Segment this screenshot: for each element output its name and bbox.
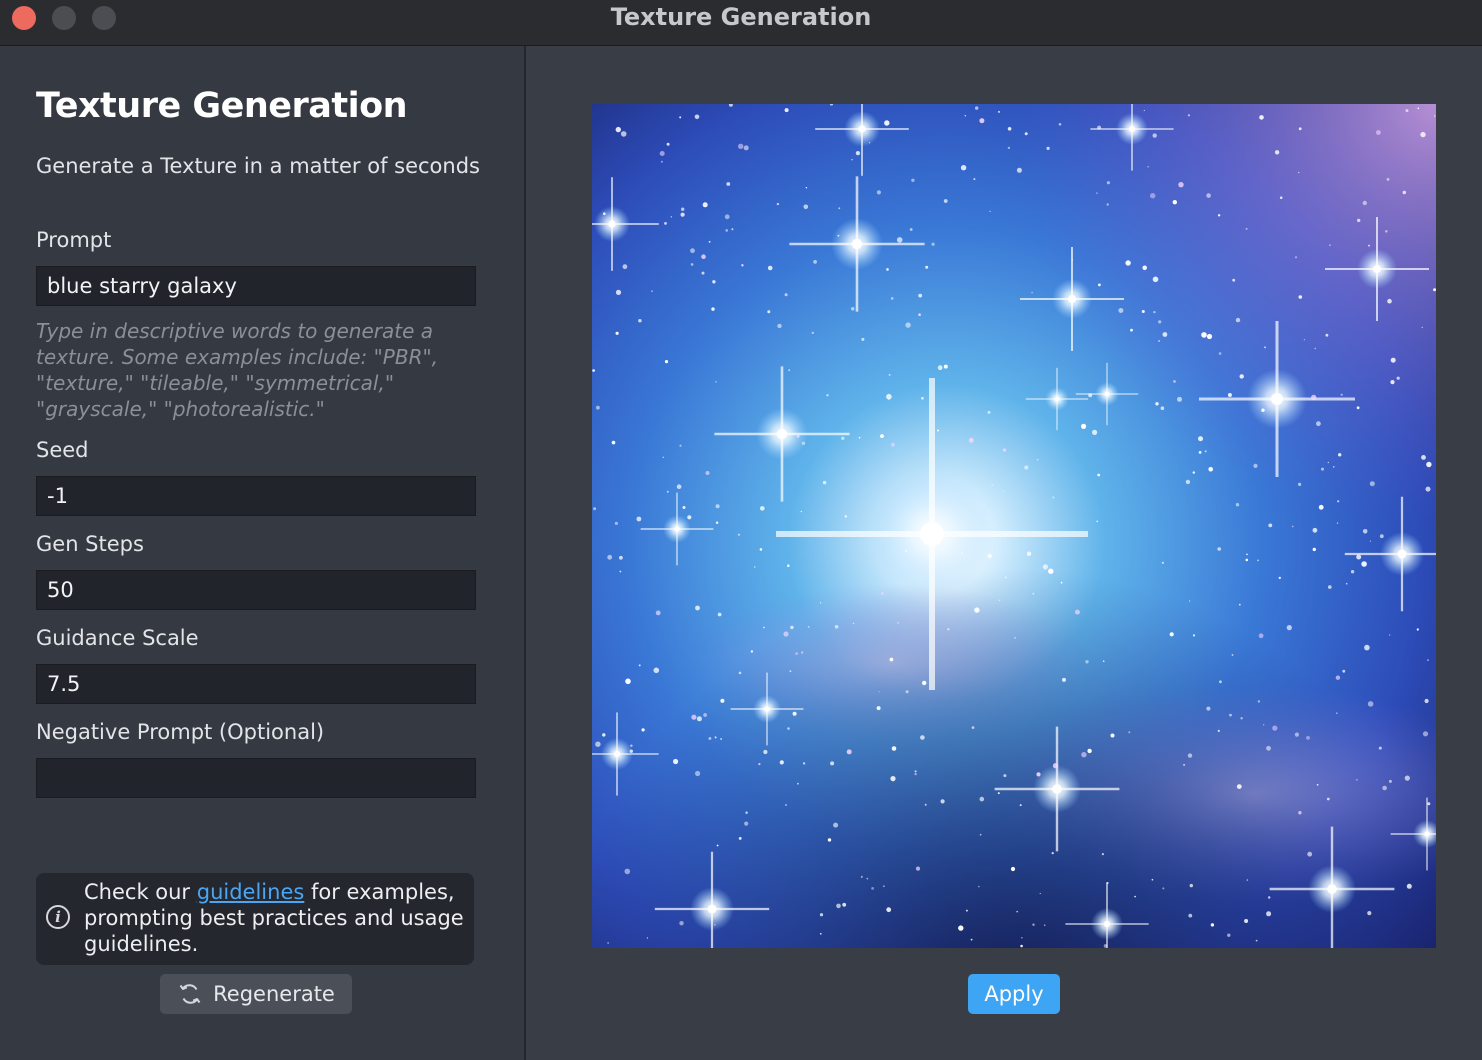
gen-steps-label: Gen Steps <box>36 532 144 556</box>
prompt-hint: Type in descriptive words to generate a … <box>36 319 439 421</box>
title-bar: Texture Generation <box>0 0 1482 46</box>
regenerate-label: Regenerate <box>213 982 335 1006</box>
galaxy-texture-graphic <box>592 104 1436 948</box>
info-icon: i <box>46 905 70 929</box>
page-title: Texture Generation <box>36 86 408 126</box>
settings-panel: Texture Generation Generate a Texture in… <box>0 46 526 1060</box>
refresh-icon <box>179 984 201 1004</box>
guidelines-notice: i Check our guidelines for examples, pro… <box>36 873 474 965</box>
regenerate-button[interactable]: Regenerate <box>160 974 352 1014</box>
negative-prompt-label: Negative Prompt (Optional) <box>36 720 325 744</box>
guidance-scale-label: Guidance Scale <box>36 626 199 650</box>
seed-label: Seed <box>36 438 89 462</box>
seed-input[interactable] <box>36 476 476 516</box>
guidelines-prefix: Check our <box>84 880 197 904</box>
guidelines-text: Check our guidelines for examples, promp… <box>84 879 468 957</box>
gen-steps-input[interactable] <box>36 570 476 610</box>
prompt-label: Prompt <box>36 228 112 252</box>
preview-panel: Apply <box>526 46 1482 1060</box>
window-title: Texture Generation <box>610 3 872 31</box>
guidelines-link[interactable]: guidelines <box>197 880 305 904</box>
page-subtitle: Generate a Texture in a matter of second… <box>36 154 480 178</box>
guidance-scale-input[interactable] <box>36 664 476 704</box>
prompt-input[interactable] <box>36 266 476 306</box>
apply-button[interactable]: Apply <box>968 974 1060 1014</box>
generated-texture-image <box>592 104 1436 948</box>
negative-prompt-input[interactable] <box>36 758 476 798</box>
